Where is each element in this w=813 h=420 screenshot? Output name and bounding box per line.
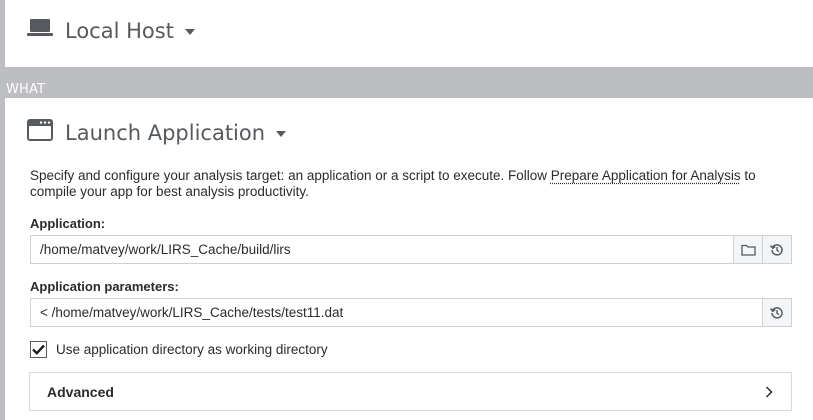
reset-application-button[interactable] — [762, 236, 791, 263]
description-before: Specify and configure your analysis targ… — [30, 168, 551, 183]
advanced-label: Advanced — [47, 383, 114, 400]
chevron-down-icon — [276, 130, 287, 137]
app-window-icon — [27, 119, 53, 146]
history-icon — [770, 243, 783, 256]
parameters-label: Application parameters: — [30, 279, 179, 294]
what-band-label: WHAT — [6, 82, 46, 97]
working-dir-label: Use application directory as working dir… — [56, 342, 328, 357]
history-icon — [770, 306, 783, 319]
browse-button[interactable] — [733, 236, 762, 263]
working-dir-checkbox[interactable] — [30, 341, 47, 358]
launch-mode-title: Launch Application — [65, 120, 266, 145]
application-field — [30, 235, 792, 264]
laptop-icon — [27, 18, 53, 43]
target-system-selector[interactable]: Local Host — [27, 18, 195, 43]
chevron-right-icon — [765, 385, 773, 398]
prepare-app-link[interactable]: Prepare Application for Analysis — [551, 168, 741, 183]
check-icon — [32, 344, 45, 355]
what-section: Launch Application Specify and configure… — [5, 98, 813, 420]
what-band: WHAT — [0, 67, 813, 98]
description-text: Specify and configure your analysis targ… — [30, 168, 790, 200]
chevron-down-icon — [184, 28, 195, 35]
parameters-field — [30, 298, 792, 327]
application-input[interactable] — [31, 236, 733, 263]
advanced-expander[interactable]: Advanced — [29, 372, 792, 411]
working-dir-option: Use application directory as working dir… — [30, 341, 328, 358]
application-label: Application: — [30, 216, 106, 231]
where-section: Local Host — [5, 0, 813, 67]
reset-parameters-button[interactable] — [762, 299, 791, 326]
parameters-input[interactable] — [31, 299, 762, 326]
folder-icon — [740, 244, 756, 256]
launch-mode-selector[interactable]: Launch Application — [27, 119, 287, 146]
target-system-title: Local Host — [65, 18, 174, 43]
